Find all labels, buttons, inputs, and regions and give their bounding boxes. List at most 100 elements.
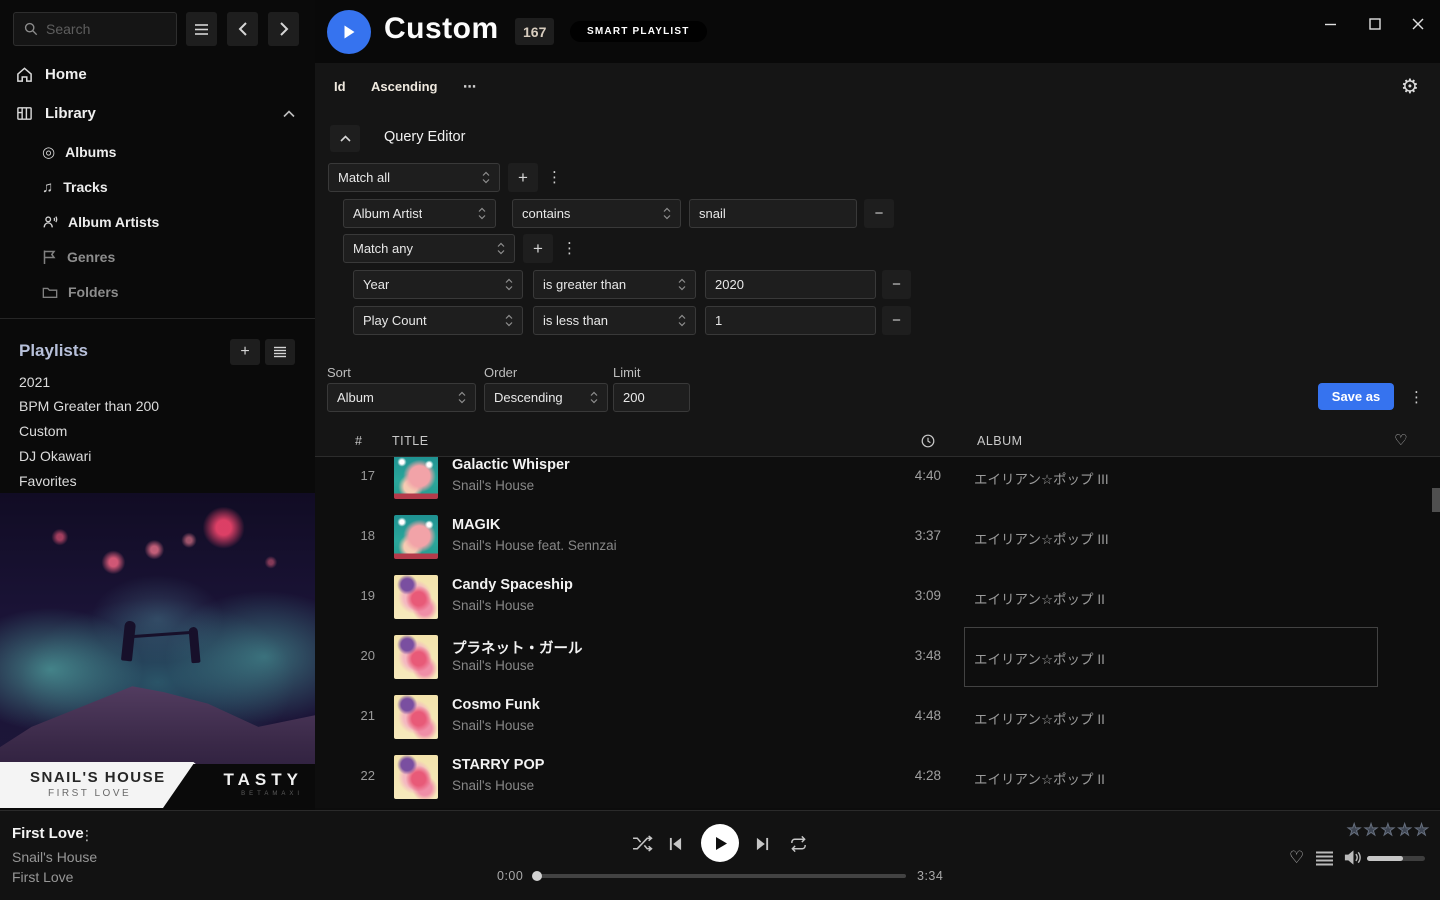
- rule-value-input[interactable]: [705, 306, 876, 335]
- sidebar-item-tracks[interactable]: ♫ Tracks: [42, 179, 108, 195]
- now-playing-artwork[interactable]: SNAIL'S HOUSE FIRST LOVE TASTY BETAMAXI: [0, 493, 315, 808]
- track-title: Galactic Whisper: [452, 457, 570, 473]
- match-type-select[interactable]: Match all: [328, 163, 500, 192]
- previous-icon: [668, 837, 683, 851]
- collapse-query-editor-button[interactable]: [330, 125, 360, 152]
- next-track-button[interactable]: [755, 837, 770, 851]
- play-pause-button[interactable]: [701, 824, 739, 862]
- shuffle-button[interactable]: [632, 835, 653, 852]
- sidebar-item-home[interactable]: Home: [16, 66, 87, 83]
- track-album[interactable]: エイリアン☆ポップ III: [974, 528, 1109, 548]
- collapse-library-icon[interactable]: [283, 110, 295, 118]
- previous-track-button[interactable]: [668, 837, 683, 851]
- seek-bar[interactable]: [534, 874, 906, 878]
- sidebar-item-albums[interactable]: ◎ Albums: [42, 144, 116, 160]
- column-number[interactable]: #: [355, 434, 362, 448]
- queue-icon[interactable]: [1316, 851, 1333, 866]
- now-playing-options-button[interactable]: ⋮: [80, 827, 94, 844]
- playlist-item[interactable]: BPM Greater than 200: [19, 398, 159, 414]
- remove-rule-button[interactable]: −: [882, 306, 911, 335]
- rule-field-select[interactable]: Album Artist: [343, 199, 496, 228]
- volume-slider[interactable]: [1367, 856, 1425, 861]
- match-type-select[interactable]: Match any: [343, 234, 515, 263]
- sort-select[interactable]: Album: [327, 383, 476, 412]
- nav-back-button[interactable]: [227, 12, 258, 46]
- playlist-list-button[interactable]: [265, 339, 295, 365]
- search-input[interactable]: [46, 21, 166, 37]
- track-duration: 3:48: [871, 648, 941, 663]
- track-album[interactable]: エイリアン☆ポップ III: [974, 468, 1109, 488]
- star-icon[interactable]: ★: [1414, 820, 1428, 840]
- window-minimize-button[interactable]: [1315, 9, 1345, 39]
- remove-rule-button[interactable]: −: [882, 270, 911, 299]
- rule-value-input[interactable]: [705, 270, 876, 299]
- track-row[interactable]: 19 Candy Spaceship Snail's House 3:09 エイ…: [315, 567, 1440, 627]
- track-number: 20: [339, 648, 375, 663]
- rule-field-select[interactable]: Year: [353, 270, 523, 299]
- playlist-item[interactable]: Favorites: [19, 473, 77, 489]
- save-as-button[interactable]: Save as: [1318, 383, 1394, 410]
- window-close-button[interactable]: [1403, 9, 1433, 39]
- add-rule-button[interactable]: +: [523, 234, 553, 263]
- duration-clock-icon[interactable]: [921, 434, 935, 448]
- star-icon[interactable]: ★: [1347, 820, 1361, 840]
- updown-icon: [482, 171, 490, 184]
- sidebar-item-label: Folders: [68, 284, 119, 300]
- rule-value-input[interactable]: [689, 199, 857, 228]
- more-options-button[interactable]: ⋯: [463, 79, 476, 95]
- scrollbar-thumb[interactable]: [1432, 488, 1440, 512]
- track-album[interactable]: エイリアン☆ポップ II: [974, 768, 1105, 788]
- save-options-button[interactable]: ⋮: [1409, 383, 1423, 412]
- settings-gear-icon[interactable]: ⚙: [1401, 74, 1419, 99]
- window-maximize-button[interactable]: [1360, 9, 1390, 39]
- column-album[interactable]: ALBUM: [977, 434, 1023, 448]
- playlist-item[interactable]: Custom: [19, 423, 67, 439]
- favorite-column-heart-icon[interactable]: ♡: [1394, 431, 1407, 449]
- volume-icon[interactable]: [1343, 849, 1362, 866]
- track-album[interactable]: エイリアン☆ポップ II: [974, 588, 1105, 608]
- playlist-item[interactable]: DJ Okawari: [19, 448, 91, 464]
- sidebar-item-album-artists[interactable]: Album Artists: [42, 214, 159, 230]
- track-row[interactable]: 22 STARRY POP Snail's House 4:28 エイリアン☆ポ…: [315, 747, 1440, 807]
- track-list: 17 Galactic Whisper Snail's House 4:40 エ…: [315, 447, 1440, 808]
- track-row[interactable]: 21 Cosmo Funk Snail's House 4:48 エイリアン☆ポ…: [315, 687, 1440, 747]
- group-options-button[interactable]: ⋮: [547, 163, 561, 192]
- rule-operator-select[interactable]: is less than: [533, 306, 696, 335]
- remove-rule-button[interactable]: −: [864, 199, 894, 228]
- track-row[interactable]: 20 プラネット・ガール Snail's House 3:48 エイリアン☆ポッ…: [315, 627, 1440, 687]
- column-title[interactable]: TITLE: [392, 434, 429, 448]
- sort-field-button[interactable]: Id: [334, 79, 346, 94]
- rule-operator-select[interactable]: is greater than: [533, 270, 696, 299]
- favorite-heart-icon[interactable]: ♡: [1289, 848, 1304, 868]
- seek-handle[interactable]: [532, 871, 542, 881]
- limit-label: Limit: [613, 365, 640, 380]
- track-row[interactable]: 18 MAGIK Snail's House feat. Sennzai 3:3…: [315, 507, 1440, 567]
- sidebar-item-folders[interactable]: Folders: [42, 284, 119, 300]
- add-playlist-button[interactable]: +: [230, 339, 260, 365]
- sidebar-item-library[interactable]: Library: [16, 105, 96, 122]
- playlist-item[interactable]: 2021: [19, 374, 50, 390]
- nav-forward-button[interactable]: [268, 12, 299, 46]
- track-album[interactable]: エイリアン☆ポップ II: [974, 648, 1105, 668]
- order-select[interactable]: Descending: [484, 383, 608, 412]
- track-album[interactable]: エイリアン☆ポップ II: [974, 708, 1105, 728]
- rule-field-select[interactable]: Play Count: [353, 306, 523, 335]
- menu-button[interactable]: [186, 12, 217, 46]
- sort-direction-button[interactable]: Ascending: [371, 79, 437, 94]
- star-icon[interactable]: ★: [1398, 820, 1412, 840]
- sidebar-item-genres[interactable]: Genres: [42, 249, 115, 265]
- search-icon: [24, 22, 38, 36]
- limit-input[interactable]: [613, 383, 690, 412]
- artwork-label-sub: BETAMAXI: [163, 791, 303, 797]
- group-options-button[interactable]: ⋮: [562, 234, 576, 263]
- play-playlist-button[interactable]: [327, 10, 371, 54]
- shuffle-icon: [632, 835, 653, 852]
- repeat-button[interactable]: [789, 835, 808, 853]
- updown-icon: [590, 391, 598, 404]
- search-box[interactable]: [13, 12, 177, 46]
- query-rule-row: Year is greater than −: [353, 270, 1428, 299]
- star-icon[interactable]: ★: [1364, 820, 1378, 840]
- add-rule-button[interactable]: +: [508, 163, 538, 192]
- star-icon[interactable]: ★: [1381, 820, 1395, 840]
- rule-operator-select[interactable]: contains: [512, 199, 681, 228]
